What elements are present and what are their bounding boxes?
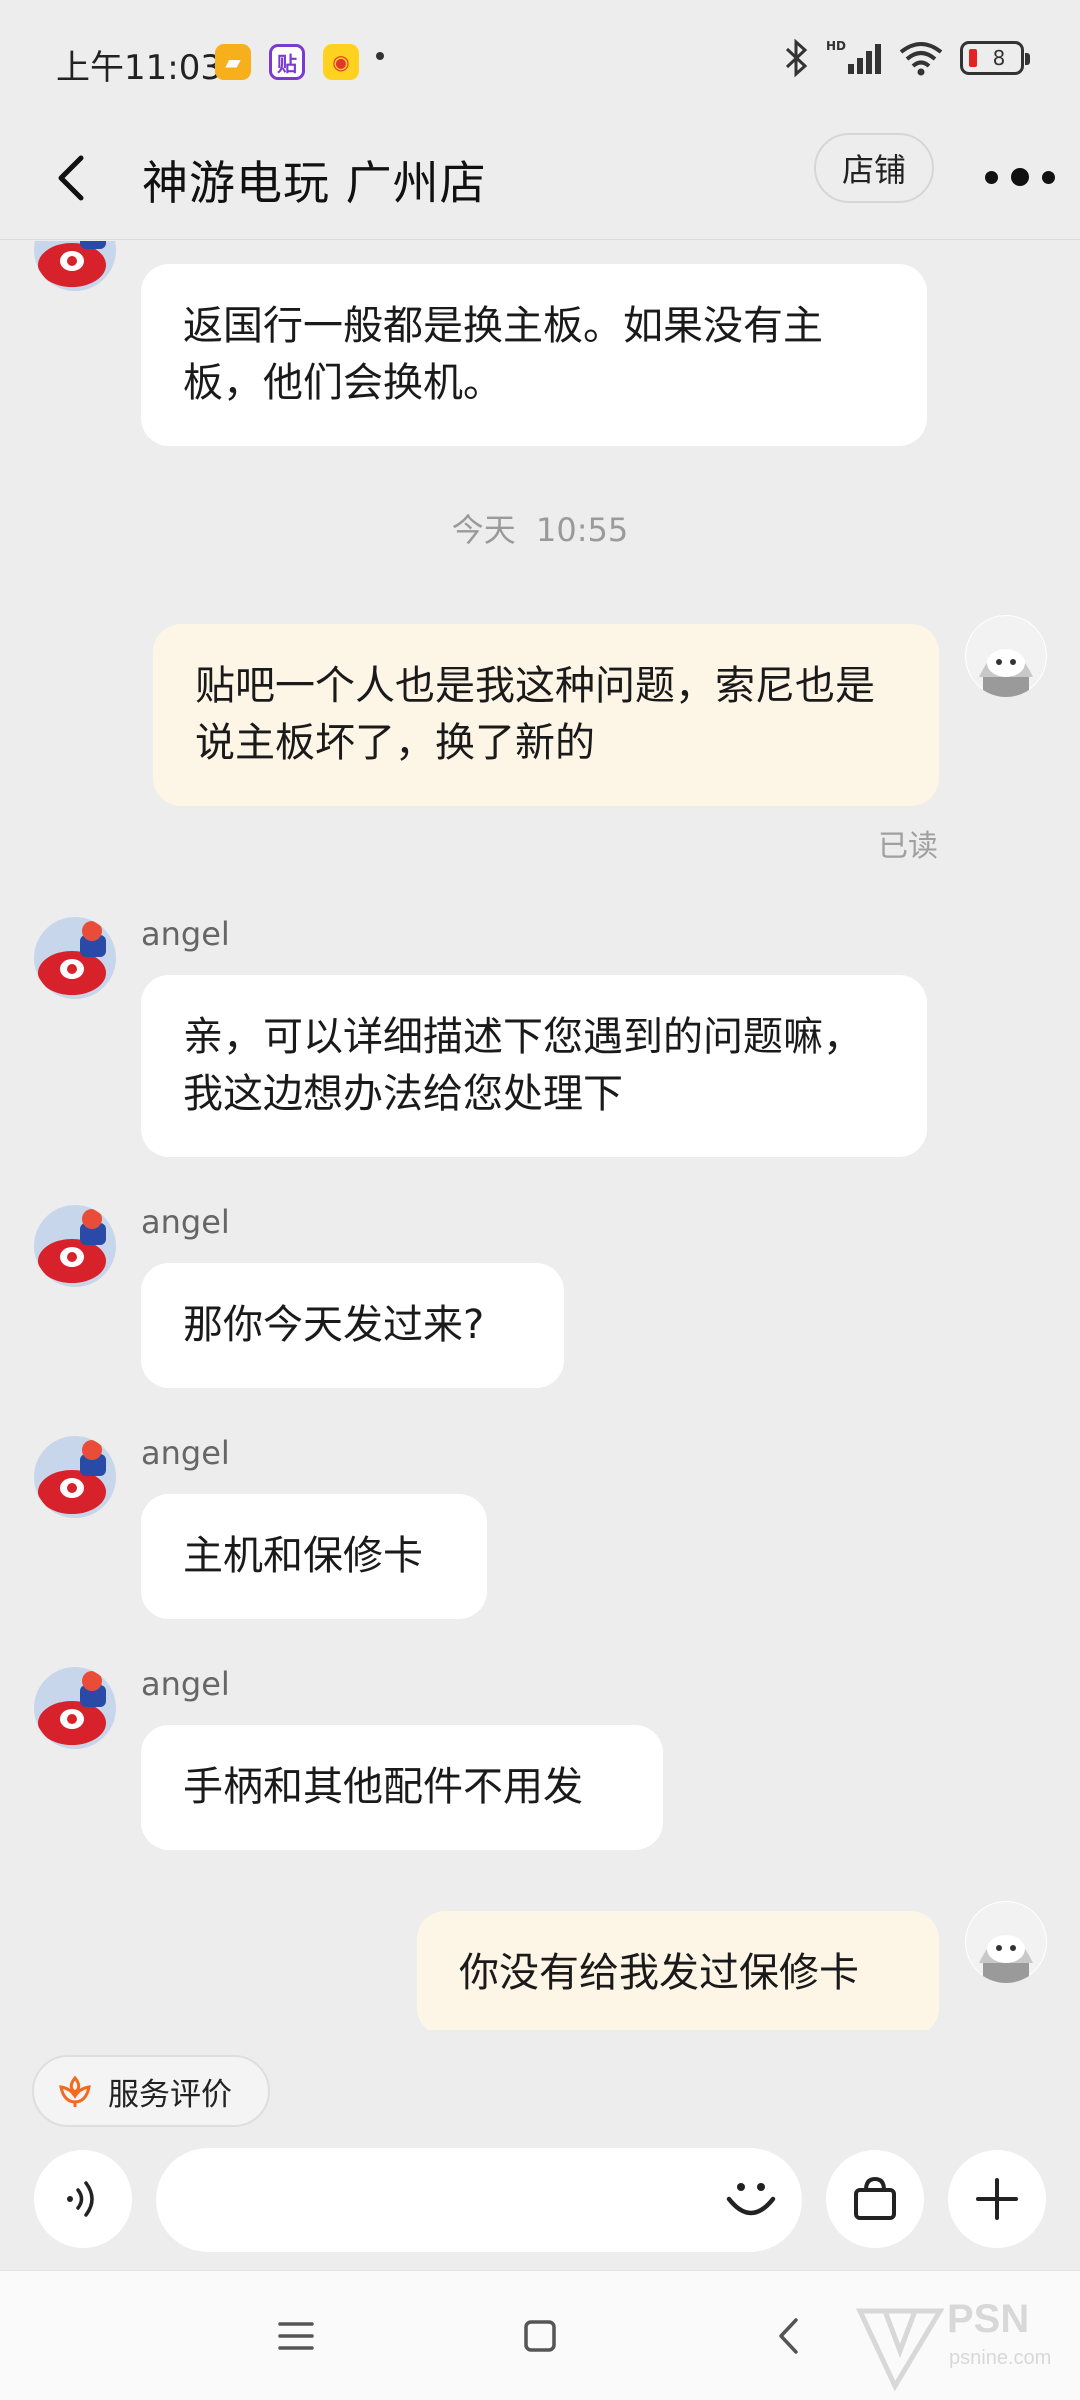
wifi-icon bbox=[899, 42, 943, 76]
chevron-left-icon bbox=[779, 2318, 798, 2354]
message-bubble-incoming[interactable]: 那你今天发过来? bbox=[141, 1263, 564, 1388]
message-text: 返国行一般都是换主板。如果没有主板，他们会换机。 bbox=[183, 303, 823, 406]
sender-name: angel bbox=[141, 915, 230, 953]
home-button[interactable] bbox=[510, 2311, 570, 2361]
bluetooth-icon bbox=[785, 38, 808, 78]
message-text: 那你今天发过来? bbox=[183, 1302, 485, 1348]
signal-icon: HD bbox=[826, 39, 881, 74]
status-bar: 上午11:03 ▰ 贴 ◉ HD 8 bbox=[0, 0, 1080, 125]
message-bubble-outgoing[interactable]: 贴吧一个人也是我这种问题，索尼也是说主板坏了，换了新的 bbox=[153, 624, 939, 806]
more-actions-button[interactable] bbox=[948, 2150, 1046, 2248]
avatar-shop[interactable] bbox=[34, 917, 116, 999]
message-text: 你没有给我发过保修卡 bbox=[459, 1950, 859, 1996]
watermark-logo-icon bbox=[856, 2308, 945, 2392]
status-time: 上午11:03 bbox=[56, 48, 222, 88]
back-button[interactable] bbox=[40, 143, 100, 213]
message-bubble-outgoing[interactable]: 你没有给我发过保修卡 bbox=[417, 1911, 939, 2030]
shop-title: 神游电玩 广州店 bbox=[142, 156, 487, 210]
more-notifications-dot bbox=[376, 52, 384, 60]
system-back-button[interactable] bbox=[758, 2311, 818, 2361]
voice-icon bbox=[67, 2181, 94, 2217]
more-options-button[interactable] bbox=[985, 147, 1055, 207]
sender-name: angel bbox=[141, 1203, 230, 1241]
message-bubble-incoming[interactable]: 返国行一般都是换主板。如果没有主板，他们会换机。 bbox=[141, 264, 927, 446]
message-bubble-incoming[interactable]: 手柄和其他配件不用发 bbox=[141, 1725, 663, 1850]
dot-icon bbox=[1011, 168, 1029, 186]
chevron-left-icon bbox=[58, 155, 84, 201]
shopping-bag-icon bbox=[854, 2176, 896, 2220]
input-bar bbox=[0, 2140, 1080, 2270]
shopping-bag-button[interactable] bbox=[826, 2150, 924, 2248]
square-icon bbox=[524, 2320, 556, 2352]
flower-icon bbox=[59, 2075, 91, 2107]
avatar-shop[interactable] bbox=[34, 1667, 116, 1749]
recent-apps-button[interactable] bbox=[266, 2311, 326, 2361]
message-text: 手柄和其他配件不用发 bbox=[183, 1764, 583, 1810]
avatar-self[interactable] bbox=[965, 1901, 1047, 1983]
message-text: 贴吧一个人也是我这种问题，索尼也是说主板坏了，换了新的 bbox=[195, 663, 875, 766]
dot-icon bbox=[985, 170, 998, 184]
message-list[interactable]: 返国行一般都是换主板。如果没有主板，他们会换机。 今天 10:55 贴吧一个人也… bbox=[0, 241, 1080, 2030]
avatar-shop[interactable] bbox=[34, 1205, 116, 1287]
smile-icon bbox=[726, 2183, 776, 2216]
tieba-app-icon: 贴 bbox=[269, 44, 305, 80]
svg-text:HD: HD bbox=[826, 39, 846, 53]
message-timestamp: 今天 10:55 bbox=[451, 511, 629, 549]
menu-icon bbox=[278, 2322, 314, 2350]
message-bubble-incoming[interactable]: 主机和保修卡 bbox=[141, 1494, 487, 1619]
shop-button[interactable]: 店铺 bbox=[814, 133, 934, 203]
service-evaluation-label: 服务评价 bbox=[108, 2076, 232, 2113]
status-indicators: HD 8 bbox=[784, 38, 1030, 78]
avatar-self[interactable] bbox=[965, 615, 1047, 697]
avatar-shop[interactable] bbox=[34, 1436, 116, 1518]
read-status: 已读 bbox=[878, 829, 938, 864]
message-bubble-incoming[interactable]: 亲，可以详细描述下您遇到的问题嘛，我这边想办法给您处理下 bbox=[141, 975, 927, 1157]
battery-icon: 8 bbox=[960, 41, 1030, 75]
chat-header: 神游电玩 广州店 店铺 bbox=[0, 125, 1080, 240]
message-text: 亲，可以详细描述下您遇到的问题嘛，我这边想办法给您处理下 bbox=[183, 1014, 863, 1117]
watermark-text: PSN bbox=[947, 2297, 1030, 2341]
sender-name: angel bbox=[141, 1665, 230, 1703]
battery-level: 8 bbox=[992, 46, 1006, 70]
message-text: 主机和保修卡 bbox=[183, 1533, 423, 1579]
message-input[interactable] bbox=[156, 2148, 802, 2252]
service-evaluation-button[interactable]: 服务评价 bbox=[32, 2055, 270, 2127]
plus-icon bbox=[976, 2178, 1018, 2220]
system-nav-bar: PSN psnine.com bbox=[0, 2270, 1080, 2400]
message-app-icon: ▰ bbox=[215, 44, 251, 80]
sender-name: angel bbox=[141, 1434, 230, 1472]
avatar-shop[interactable] bbox=[34, 241, 116, 291]
psn-watermark: PSN psnine.com bbox=[855, 2291, 1065, 2392]
weibo-app-icon: ◉ bbox=[323, 44, 359, 80]
dot-icon bbox=[1042, 170, 1055, 184]
emoji-button[interactable] bbox=[716, 2162, 786, 2232]
voice-input-button[interactable] bbox=[34, 2150, 132, 2248]
notification-icons: ▰ 贴 ◉ bbox=[215, 44, 359, 80]
watermark-url: psnine.com bbox=[949, 2347, 1052, 2369]
